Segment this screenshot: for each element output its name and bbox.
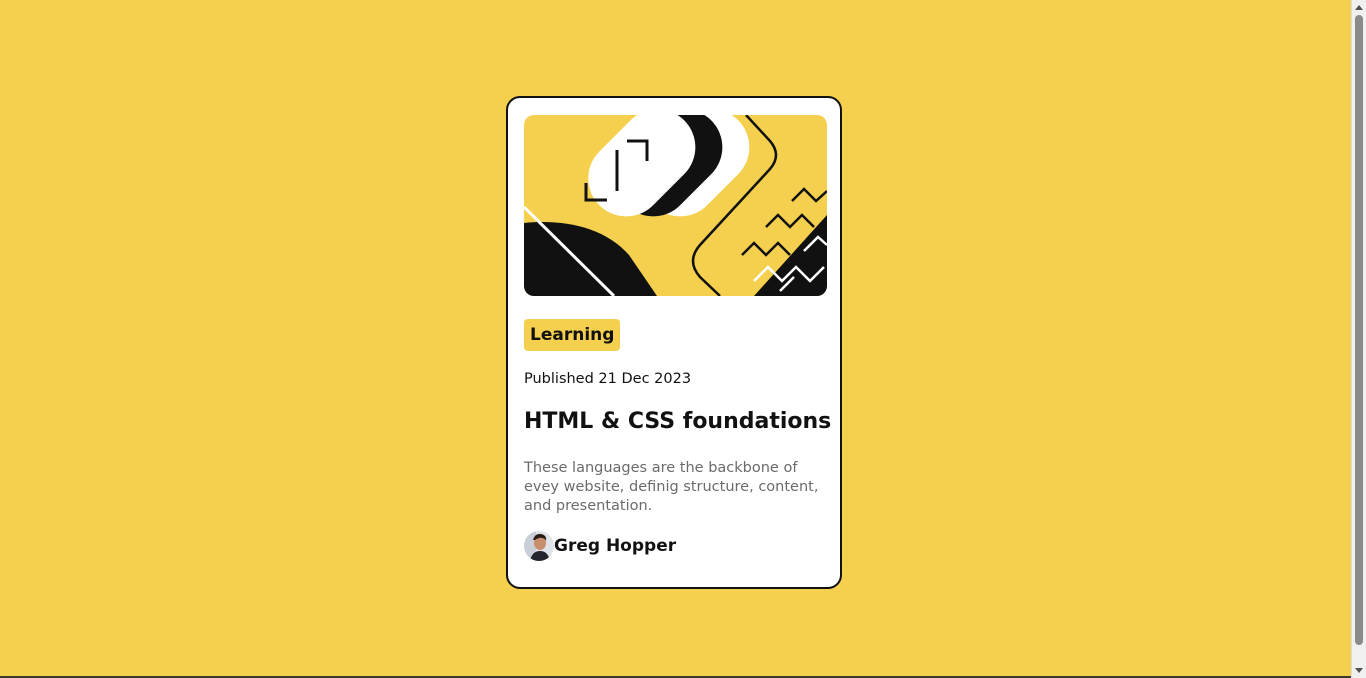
category-tag: Learning	[524, 319, 621, 351]
blog-preview-card: Learning Published 21 Dec 2023 HTML & CS…	[506, 96, 842, 589]
scroll-down-arrow-icon[interactable]	[1355, 668, 1363, 673]
avatar	[524, 531, 554, 561]
scrollbar-thumb[interactable]	[1355, 15, 1363, 645]
hero-illustration	[524, 115, 827, 296]
card-description: These languages are the backbone of evey…	[524, 460, 819, 514]
published-date: Published 21 Dec 2023	[524, 371, 692, 387]
vertical-scrollbar[interactable]	[1351, 0, 1366, 678]
author: Greg Hopper	[524, 531, 676, 561]
author-name: Greg Hopper	[554, 536, 677, 556]
scroll-up-arrow-icon[interactable]	[1355, 5, 1363, 10]
card-title[interactable]: HTML & CSS foundations	[524, 409, 831, 434]
page-background: Learning Published 21 Dec 2023 HTML & CS…	[0, 0, 1351, 678]
